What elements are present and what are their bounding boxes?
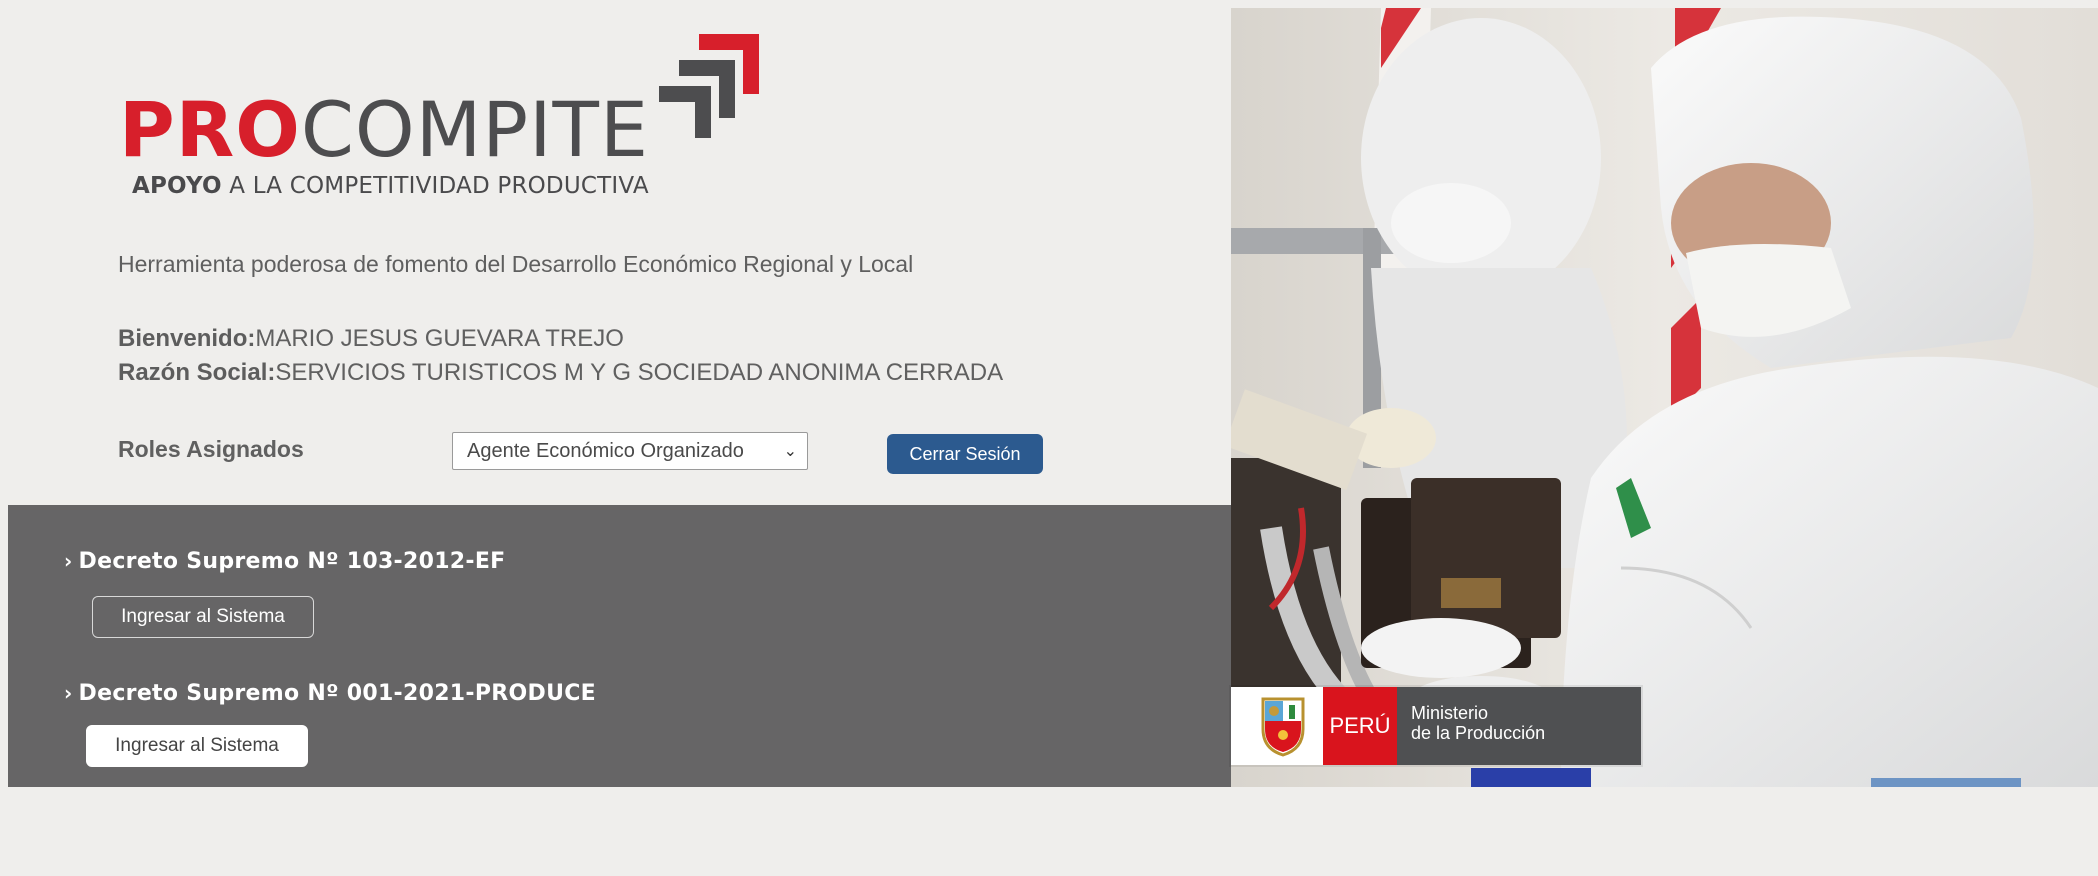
logo-tag-rest: A LA COMPETITIVIDAD PRODUCTIVA: [221, 173, 649, 199]
roles-select[interactable]: Agente Económico Organizado ⌄: [452, 432, 808, 470]
page-tagline: Herramienta poderosa de fomento del Desa…: [118, 251, 914, 277]
chevron-right-icon: ›: [64, 681, 73, 705]
ministry-badge: PERÚ Ministerio de la Producción: [1231, 687, 1641, 765]
roles-label: Roles Asignados: [118, 436, 304, 462]
ministry-line-1: Ministerio: [1411, 703, 1489, 723]
logo-tag-bold: APOYO: [132, 173, 222, 199]
enter-system-button-2[interactable]: Ingresar al Sistema: [86, 725, 308, 767]
decree-1-title-text: Decreto Supremo Nº 103-2012-EF: [78, 549, 506, 574]
ministry-line-2: de la Producción: [1411, 723, 1546, 743]
decree-1-title: › Decreto Supremo Nº 103-2012-EF: [64, 549, 506, 574]
roles-select-value: Agente Económico Organizado: [467, 439, 744, 462]
razon-social-value: SERVICIOS TURISTICOS M Y G SOCIEDAD ANON…: [275, 359, 1004, 386]
ministry-name: Ministerio de la Producción: [1397, 687, 1641, 765]
enter-system-button-1[interactable]: Ingresar al Sistema: [92, 596, 314, 638]
logo-pro-text: PRO: [119, 85, 301, 174]
hero-photo: [1231, 8, 2098, 787]
decree-2-title-text: Decreto Supremo Nº 001-2021-PRODUCE: [78, 681, 597, 706]
header-pane: PROCOMPITE APOYO A LA COMPETITIVIDAD PRO…: [8, 8, 1231, 505]
lab-workers-illustration: [1231, 8, 2098, 787]
logo-wordmark: PROCOMPITE: [119, 92, 649, 168]
welcome-label: Bienvenido:: [118, 325, 256, 352]
page-frame: PROCOMPITE APOYO A LA COMPETITIVIDAD PRO…: [8, 8, 2098, 876]
logo-tagline: APOYO A LA COMPETITIVIDAD PRODUCTIVA: [132, 173, 649, 199]
razon-social-label: Razón Social:: [118, 359, 276, 386]
welcome-line: Bienvenido:MARIO JESUS GUEVARA TREJO: [118, 325, 624, 353]
peru-label: PERÚ: [1323, 687, 1397, 765]
chevron-down-icon: ⌄: [783, 443, 797, 460]
logo-compite-text: COMPITE: [300, 85, 649, 174]
logo-squares-icon: [659, 34, 759, 138]
welcome-value: MARIO JESUS GUEVARA TREJO: [255, 325, 624, 352]
peru-coat-of-arms-icon: [1261, 697, 1305, 757]
razon-social-line: Razón Social:SERVICIOS TURISTICOS M Y G …: [118, 359, 1003, 387]
procompite-logo: PROCOMPITE APOYO A LA COMPETITIVIDAD PRO…: [119, 34, 759, 214]
decree-2-title: › Decreto Supremo Nº 001-2021-PRODUCE: [64, 681, 596, 706]
logout-button[interactable]: Cerrar Sesión: [887, 434, 1043, 474]
chevron-right-icon: ›: [64, 549, 73, 573]
